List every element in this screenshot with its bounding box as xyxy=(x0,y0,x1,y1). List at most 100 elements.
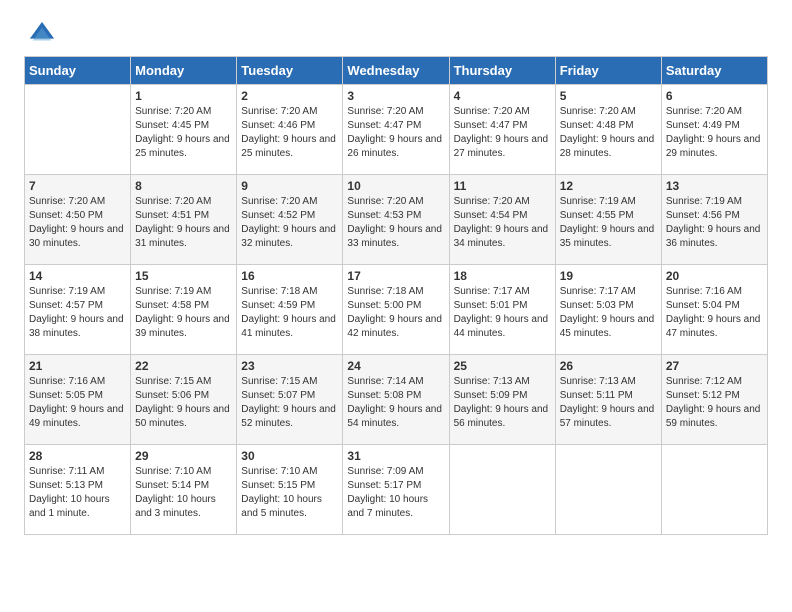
calendar-day-cell: 13 Sunrise: 7:19 AMSunset: 4:56 PMDaylig… xyxy=(661,175,767,265)
day-info: Sunrise: 7:10 AMSunset: 5:14 PMDaylight:… xyxy=(135,465,232,521)
day-number: 23 xyxy=(241,359,338,373)
calendar-day-cell: 19 Sunrise: 7:17 AMSunset: 5:03 PMDaylig… xyxy=(555,265,661,355)
day-number: 18 xyxy=(454,269,551,283)
day-number: 19 xyxy=(560,269,657,283)
calendar-day-cell: 31 Sunrise: 7:09 AMSunset: 5:17 PMDaylig… xyxy=(343,445,449,535)
day-info: Sunrise: 7:19 AMSunset: 4:55 PMDaylight:… xyxy=(560,195,657,251)
day-info: Sunrise: 7:20 AMSunset: 4:52 PMDaylight:… xyxy=(241,195,338,251)
day-info: Sunrise: 7:16 AMSunset: 5:05 PMDaylight:… xyxy=(29,375,126,431)
calendar-day-cell xyxy=(555,445,661,535)
day-info: Sunrise: 7:20 AMSunset: 4:49 PMDaylight:… xyxy=(666,105,763,161)
day-info: Sunrise: 7:20 AMSunset: 4:54 PMDaylight:… xyxy=(454,195,551,251)
weekday-header-cell: Tuesday xyxy=(237,57,343,85)
weekday-header-cell: Wednesday xyxy=(343,57,449,85)
day-number: 8 xyxy=(135,179,232,193)
day-number: 31 xyxy=(347,449,444,463)
day-number: 14 xyxy=(29,269,126,283)
day-info: Sunrise: 7:19 AMSunset: 4:57 PMDaylight:… xyxy=(29,285,126,341)
day-info: Sunrise: 7:10 AMSunset: 5:15 PMDaylight:… xyxy=(241,465,338,521)
weekday-header-cell: Friday xyxy=(555,57,661,85)
calendar-day-cell: 17 Sunrise: 7:18 AMSunset: 5:00 PMDaylig… xyxy=(343,265,449,355)
day-info: Sunrise: 7:17 AMSunset: 5:03 PMDaylight:… xyxy=(560,285,657,341)
weekday-header-row: SundayMondayTuesdayWednesdayThursdayFrid… xyxy=(25,57,768,85)
day-info: Sunrise: 7:14 AMSunset: 5:08 PMDaylight:… xyxy=(347,375,444,431)
day-number: 12 xyxy=(560,179,657,193)
day-number: 29 xyxy=(135,449,232,463)
logo-icon xyxy=(28,20,56,48)
calendar-day-cell: 27 Sunrise: 7:12 AMSunset: 5:12 PMDaylig… xyxy=(661,355,767,445)
logo xyxy=(24,20,58,48)
calendar-day-cell: 30 Sunrise: 7:10 AMSunset: 5:15 PMDaylig… xyxy=(237,445,343,535)
calendar-body: 1 Sunrise: 7:20 AMSunset: 4:45 PMDayligh… xyxy=(25,85,768,535)
day-number: 22 xyxy=(135,359,232,373)
calendar-day-cell: 28 Sunrise: 7:11 AMSunset: 5:13 PMDaylig… xyxy=(25,445,131,535)
day-info: Sunrise: 7:16 AMSunset: 5:04 PMDaylight:… xyxy=(666,285,763,341)
day-number: 20 xyxy=(666,269,763,283)
day-number: 25 xyxy=(454,359,551,373)
calendar-day-cell: 11 Sunrise: 7:20 AMSunset: 4:54 PMDaylig… xyxy=(449,175,555,265)
day-info: Sunrise: 7:20 AMSunset: 4:47 PMDaylight:… xyxy=(347,105,444,161)
day-number: 1 xyxy=(135,89,232,103)
weekday-header-cell: Sunday xyxy=(25,57,131,85)
calendar-week-row: 1 Sunrise: 7:20 AMSunset: 4:45 PMDayligh… xyxy=(25,85,768,175)
day-info: Sunrise: 7:20 AMSunset: 4:50 PMDaylight:… xyxy=(29,195,126,251)
calendar-day-cell: 12 Sunrise: 7:19 AMSunset: 4:55 PMDaylig… xyxy=(555,175,661,265)
calendar-day-cell: 29 Sunrise: 7:10 AMSunset: 5:14 PMDaylig… xyxy=(131,445,237,535)
calendar-day-cell: 16 Sunrise: 7:18 AMSunset: 4:59 PMDaylig… xyxy=(237,265,343,355)
day-number: 24 xyxy=(347,359,444,373)
day-number: 6 xyxy=(666,89,763,103)
calendar-day-cell: 9 Sunrise: 7:20 AMSunset: 4:52 PMDayligh… xyxy=(237,175,343,265)
calendar-table: SundayMondayTuesdayWednesdayThursdayFrid… xyxy=(24,56,768,535)
calendar-day-cell: 20 Sunrise: 7:16 AMSunset: 5:04 PMDaylig… xyxy=(661,265,767,355)
calendar-day-cell: 14 Sunrise: 7:19 AMSunset: 4:57 PMDaylig… xyxy=(25,265,131,355)
day-number: 9 xyxy=(241,179,338,193)
day-number: 10 xyxy=(347,179,444,193)
calendar-day-cell: 5 Sunrise: 7:20 AMSunset: 4:48 PMDayligh… xyxy=(555,85,661,175)
calendar-day-cell: 2 Sunrise: 7:20 AMSunset: 4:46 PMDayligh… xyxy=(237,85,343,175)
calendar-day-cell: 1 Sunrise: 7:20 AMSunset: 4:45 PMDayligh… xyxy=(131,85,237,175)
day-number: 3 xyxy=(347,89,444,103)
day-info: Sunrise: 7:15 AMSunset: 5:06 PMDaylight:… xyxy=(135,375,232,431)
day-number: 17 xyxy=(347,269,444,283)
calendar-day-cell: 26 Sunrise: 7:13 AMSunset: 5:11 PMDaylig… xyxy=(555,355,661,445)
day-info: Sunrise: 7:20 AMSunset: 4:47 PMDaylight:… xyxy=(454,105,551,161)
calendar-week-row: 21 Sunrise: 7:16 AMSunset: 5:05 PMDaylig… xyxy=(25,355,768,445)
weekday-header-cell: Thursday xyxy=(449,57,555,85)
day-info: Sunrise: 7:11 AMSunset: 5:13 PMDaylight:… xyxy=(29,465,126,521)
day-number: 13 xyxy=(666,179,763,193)
calendar-week-row: 28 Sunrise: 7:11 AMSunset: 5:13 PMDaylig… xyxy=(25,445,768,535)
calendar-day-cell: 4 Sunrise: 7:20 AMSunset: 4:47 PMDayligh… xyxy=(449,85,555,175)
calendar-day-cell xyxy=(25,85,131,175)
day-info: Sunrise: 7:20 AMSunset: 4:46 PMDaylight:… xyxy=(241,105,338,161)
day-info: Sunrise: 7:18 AMSunset: 4:59 PMDaylight:… xyxy=(241,285,338,341)
calendar-day-cell xyxy=(661,445,767,535)
day-number: 7 xyxy=(29,179,126,193)
calendar-day-cell: 21 Sunrise: 7:16 AMSunset: 5:05 PMDaylig… xyxy=(25,355,131,445)
day-number: 2 xyxy=(241,89,338,103)
day-number: 26 xyxy=(560,359,657,373)
calendar-day-cell: 6 Sunrise: 7:20 AMSunset: 4:49 PMDayligh… xyxy=(661,85,767,175)
calendar-day-cell: 23 Sunrise: 7:15 AMSunset: 5:07 PMDaylig… xyxy=(237,355,343,445)
day-info: Sunrise: 7:19 AMSunset: 4:58 PMDaylight:… xyxy=(135,285,232,341)
header xyxy=(24,20,768,48)
calendar-day-cell: 10 Sunrise: 7:20 AMSunset: 4:53 PMDaylig… xyxy=(343,175,449,265)
day-info: Sunrise: 7:20 AMSunset: 4:53 PMDaylight:… xyxy=(347,195,444,251)
day-number: 5 xyxy=(560,89,657,103)
day-info: Sunrise: 7:20 AMSunset: 4:51 PMDaylight:… xyxy=(135,195,232,251)
day-info: Sunrise: 7:20 AMSunset: 4:45 PMDaylight:… xyxy=(135,105,232,161)
day-info: Sunrise: 7:19 AMSunset: 4:56 PMDaylight:… xyxy=(666,195,763,251)
day-number: 27 xyxy=(666,359,763,373)
calendar-day-cell: 22 Sunrise: 7:15 AMSunset: 5:06 PMDaylig… xyxy=(131,355,237,445)
calendar-day-cell: 7 Sunrise: 7:20 AMSunset: 4:50 PMDayligh… xyxy=(25,175,131,265)
day-number: 16 xyxy=(241,269,338,283)
calendar-week-row: 14 Sunrise: 7:19 AMSunset: 4:57 PMDaylig… xyxy=(25,265,768,355)
day-number: 15 xyxy=(135,269,232,283)
day-number: 11 xyxy=(454,179,551,193)
calendar-day-cell xyxy=(449,445,555,535)
calendar-day-cell: 18 Sunrise: 7:17 AMSunset: 5:01 PMDaylig… xyxy=(449,265,555,355)
day-info: Sunrise: 7:13 AMSunset: 5:09 PMDaylight:… xyxy=(454,375,551,431)
weekday-header-cell: Monday xyxy=(131,57,237,85)
calendar-day-cell: 15 Sunrise: 7:19 AMSunset: 4:58 PMDaylig… xyxy=(131,265,237,355)
day-info: Sunrise: 7:09 AMSunset: 5:17 PMDaylight:… xyxy=(347,465,444,521)
day-info: Sunrise: 7:15 AMSunset: 5:07 PMDaylight:… xyxy=(241,375,338,431)
